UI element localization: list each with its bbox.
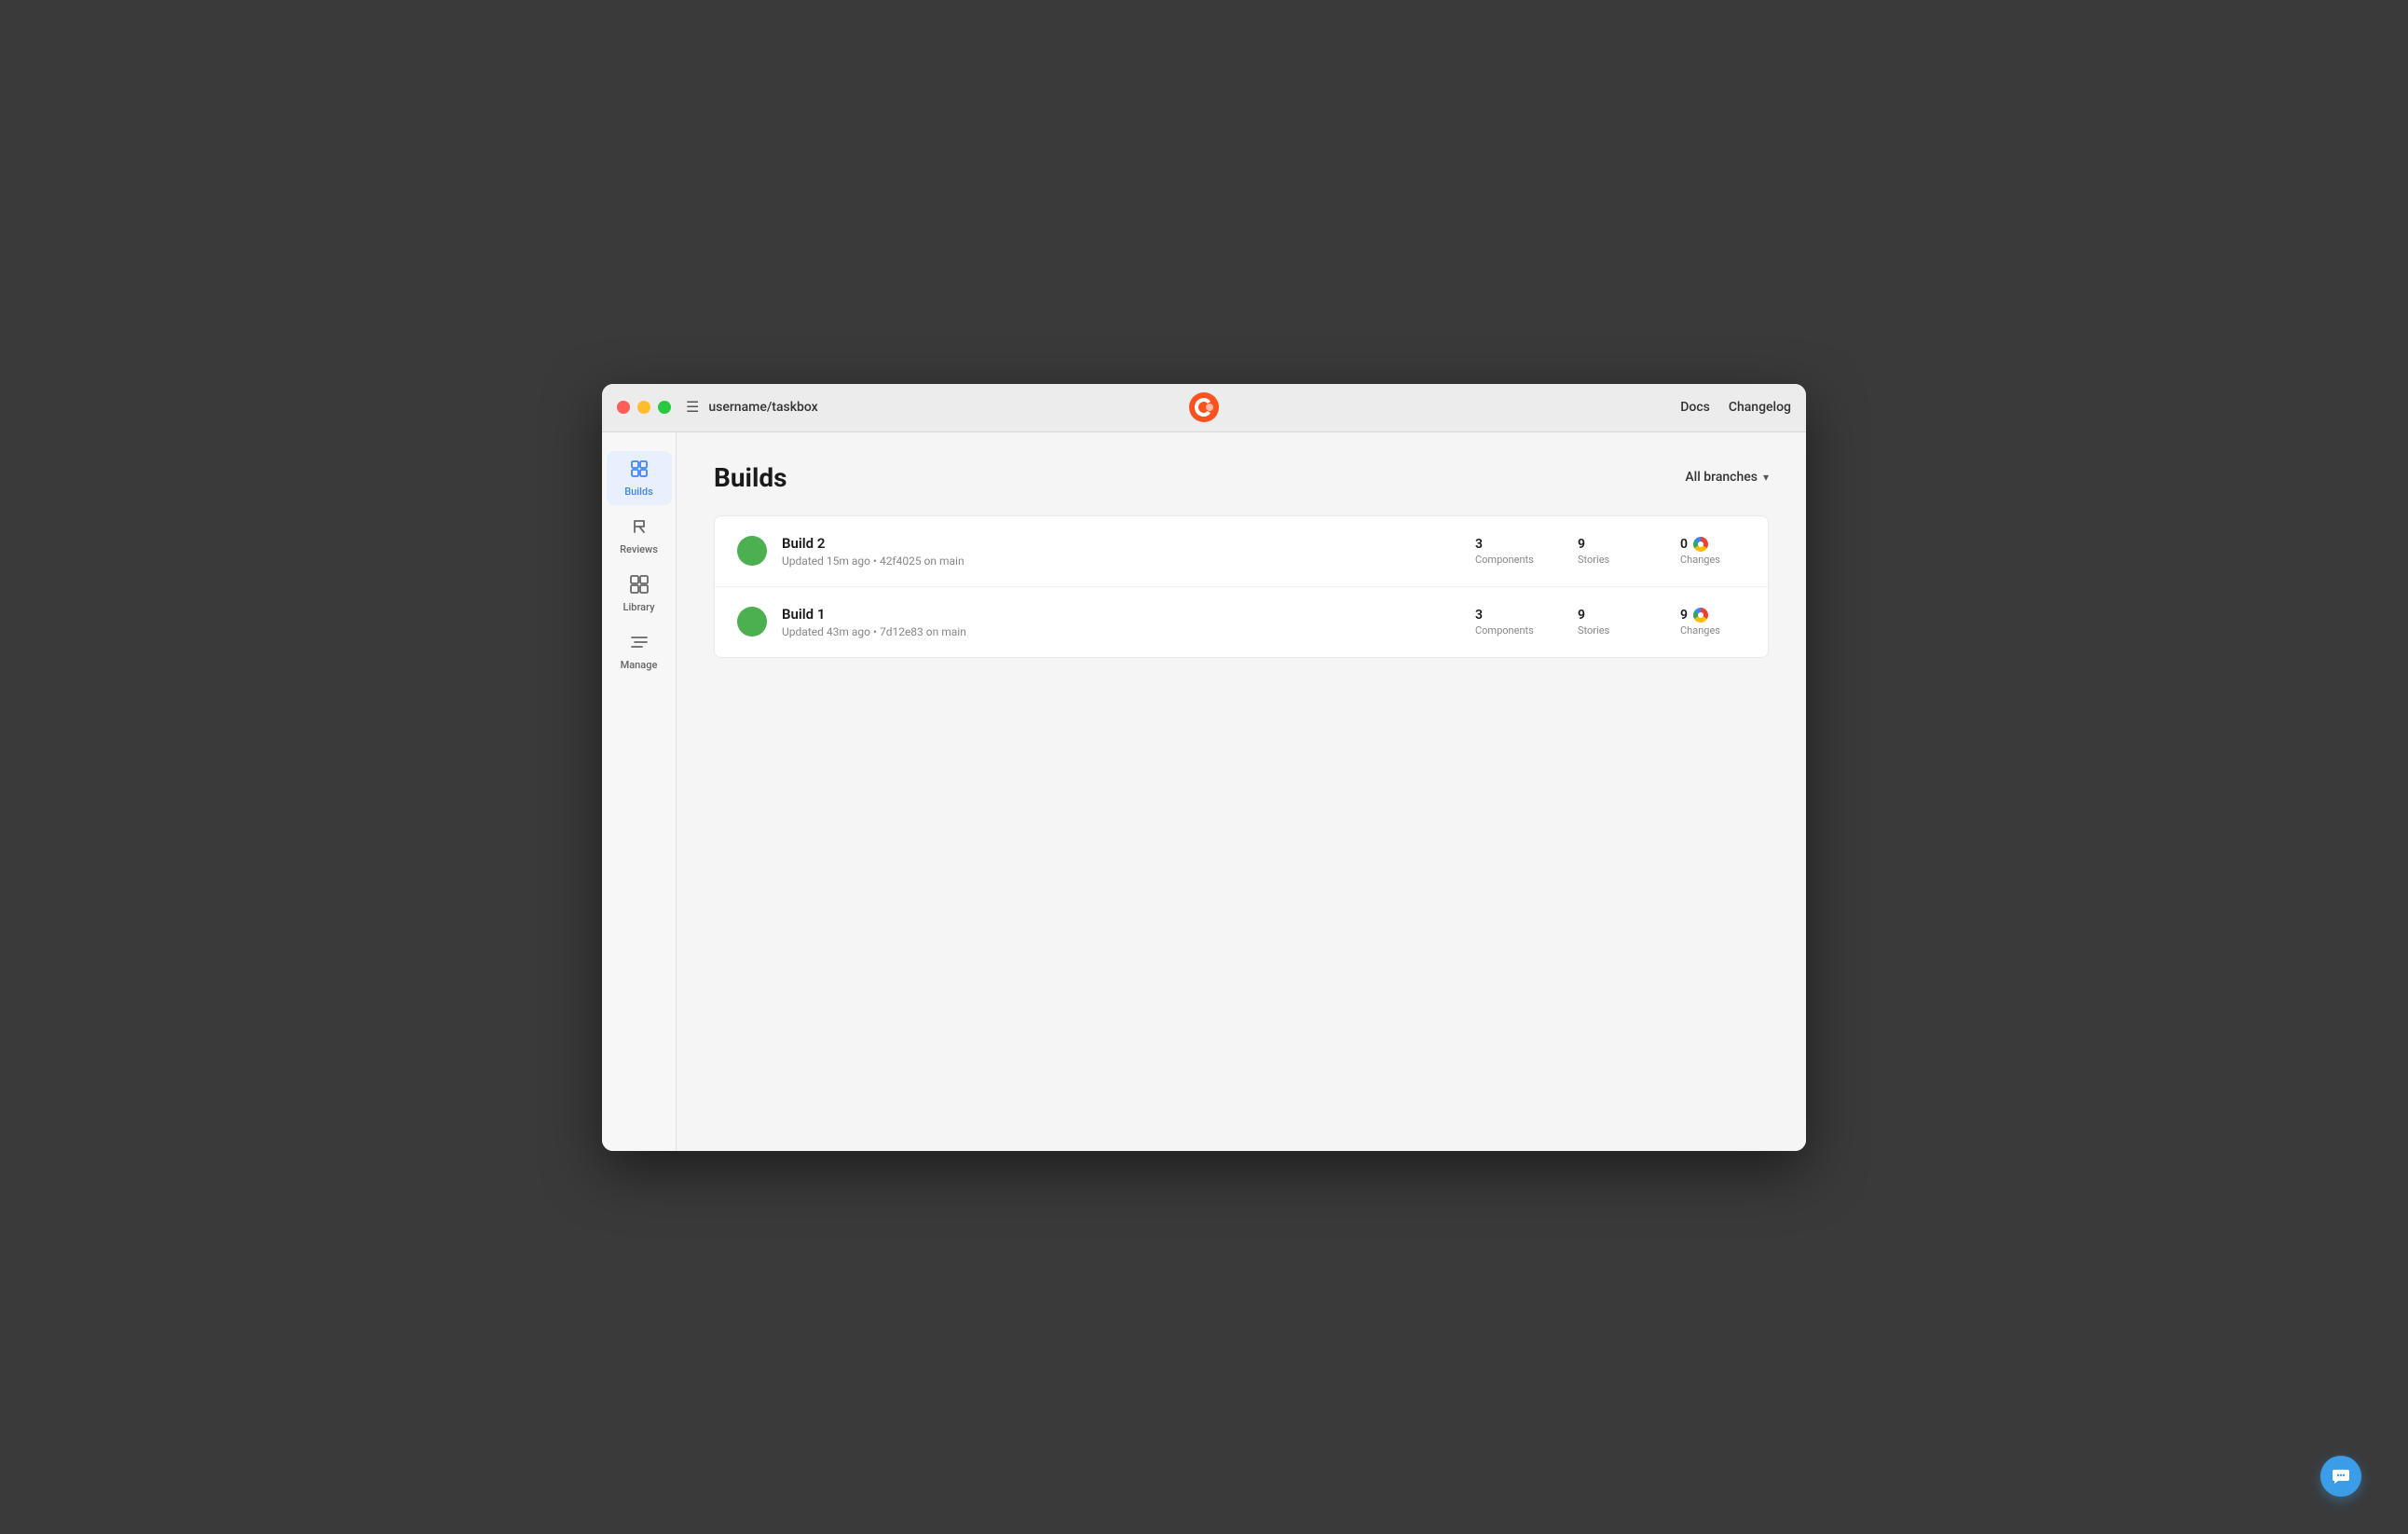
changes-stat: 0 Changes — [1680, 537, 1745, 566]
titlebar-right: Docs Changelog — [1680, 400, 1791, 415]
build-stats: 3 Components 9 Stories 0 Chan — [1475, 537, 1745, 566]
stories-label: Stories — [1578, 554, 1609, 566]
build-name: Build 1 — [782, 606, 1475, 623]
reviews-icon — [629, 516, 650, 540]
page-title: Builds — [714, 462, 787, 493]
titlebar-nav: ☰ username/taskbox — [686, 400, 818, 415]
stories-stat: 9 Stories — [1578, 537, 1643, 566]
maximize-button[interactable] — [658, 401, 671, 414]
titlebar: ☰ username/taskbox Docs Changelog — [602, 384, 1806, 432]
chrome-icon — [1693, 608, 1708, 623]
stories-count: 9 — [1578, 537, 1585, 552]
components-stat: 3 Components — [1475, 537, 1540, 566]
changes-label: Changes — [1680, 624, 1720, 637]
components-label: Components — [1475, 554, 1534, 566]
build-item[interactable]: Build 1 Updated 43m ago • 7d12e83 on mai… — [715, 587, 1768, 657]
sidebar-item-library[interactable]: Library — [607, 567, 672, 621]
app-window: ☰ username/taskbox Docs Changelog — [602, 384, 1806, 1151]
main-area: Builds Reviews — [602, 432, 1806, 1151]
changes-count: 0 — [1680, 537, 1708, 552]
library-label: Library — [623, 601, 655, 613]
build-meta: Updated 43m ago • 7d12e83 on main — [782, 625, 1475, 638]
branch-selector[interactable]: All branches ▾ — [1685, 470, 1769, 485]
manage-icon — [629, 632, 650, 655]
build-stats: 3 Components 9 Stories 9 Chan — [1475, 608, 1745, 637]
repo-name: username/taskbox — [708, 400, 817, 415]
build-info: Build 1 Updated 43m ago • 7d12e83 on mai… — [782, 606, 1475, 638]
hamburger-icon[interactable]: ☰ — [686, 400, 699, 415]
build-info: Build 2 Updated 15m ago • 42f4025 on mai… — [782, 535, 1475, 568]
reviews-label: Reviews — [620, 543, 658, 555]
components-stat: 3 Components — [1475, 608, 1540, 637]
stories-label: Stories — [1578, 624, 1609, 637]
library-icon — [629, 574, 650, 597]
stories-stat: 9 Stories — [1578, 608, 1643, 637]
changelog-link[interactable]: Changelog — [1729, 400, 1791, 415]
builds-icon — [629, 459, 650, 482]
build-status-dot — [737, 536, 767, 566]
chat-button[interactable] — [2320, 1456, 2361, 1497]
sidebar-item-reviews[interactable]: Reviews — [607, 509, 672, 563]
stories-count: 9 — [1578, 608, 1585, 623]
changes-label: Changes — [1680, 554, 1720, 566]
components-count: 3 — [1475, 537, 1483, 552]
build-status-dot — [737, 607, 767, 637]
manage-label: Manage — [621, 659, 658, 671]
chat-icon — [2332, 1467, 2350, 1486]
page-header: Builds All branches ▾ — [714, 462, 1769, 493]
window-controls — [617, 401, 671, 414]
sidebar-item-builds[interactable]: Builds — [607, 451, 672, 505]
build-meta: Updated 15m ago • 42f4025 on main — [782, 555, 1475, 568]
builds-list: Build 2 Updated 15m ago • 42f4025 on mai… — [714, 515, 1769, 658]
changes-count: 9 — [1680, 608, 1708, 623]
chrome-icon — [1693, 537, 1708, 552]
docs-link[interactable]: Docs — [1680, 400, 1710, 415]
components-label: Components — [1475, 624, 1534, 637]
branch-selector-label: All branches — [1685, 470, 1758, 485]
builds-label: Builds — [624, 486, 653, 498]
build-item[interactable]: Build 2 Updated 15m ago • 42f4025 on mai… — [715, 516, 1768, 587]
minimize-button[interactable] — [637, 401, 650, 414]
chevron-down-icon: ▾ — [1763, 471, 1769, 484]
close-button[interactable] — [617, 401, 630, 414]
page-content: Builds All branches ▾ Build 2 Updated 15… — [677, 432, 1806, 1151]
components-count: 3 — [1475, 608, 1483, 623]
sidebar-item-manage[interactable]: Manage — [607, 624, 672, 678]
build-name: Build 2 — [782, 535, 1475, 552]
chromatic-logo — [1189, 392, 1219, 422]
sidebar: Builds Reviews — [602, 432, 677, 1151]
changes-stat: 9 Changes — [1680, 608, 1745, 637]
